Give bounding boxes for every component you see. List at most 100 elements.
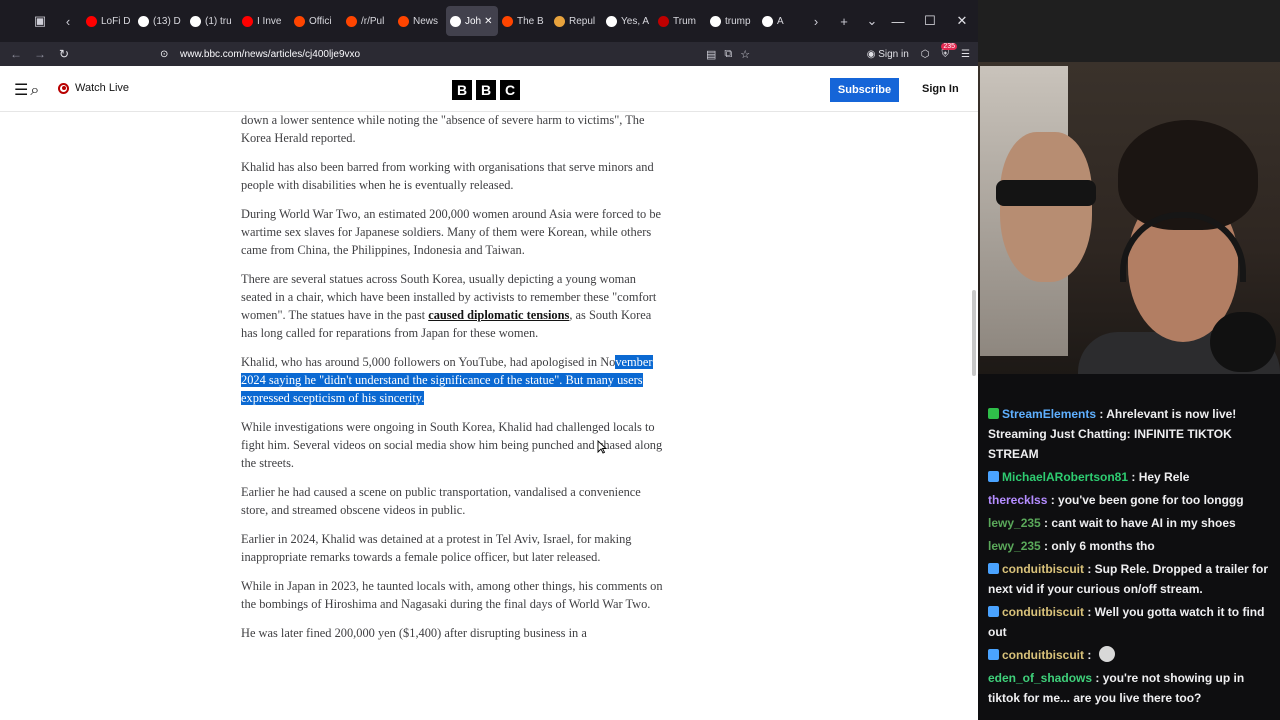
browser-tab[interactable]: (1) tru xyxy=(186,6,238,36)
tab-favicon-icon xyxy=(502,15,513,27)
maximize-icon[interactable]: ☐ xyxy=(914,13,946,29)
address-bar[interactable]: ⊙ www.bbc.com/news/articles/cj400lje9vxo xyxy=(160,44,770,64)
chat-message: lewy_235 : cant wait to have AI in my sh… xyxy=(988,516,1236,530)
extension-count-badge: 235 xyxy=(941,42,958,50)
new-tab-icon[interactable]: + xyxy=(830,7,858,35)
paragraph-text: Khalid, who has around 5,000 followers o… xyxy=(241,355,616,369)
scroll-tabs-left-icon[interactable]: ‹ xyxy=(54,7,82,35)
browser-tab[interactable]: A xyxy=(758,6,802,36)
article-paragraph: down a lower sentence while noting the "… xyxy=(241,113,645,145)
tab-strip: LoFi D (13) D (1) tru I Inve Offici/r/Pul New… xyxy=(82,0,802,42)
signin-label: Sign in xyxy=(878,48,909,60)
menu-search-icon[interactable]: ☰⌕ xyxy=(14,80,41,100)
bookmark-star-icon[interactable]: ☆ xyxy=(740,48,750,61)
tab-label: A xyxy=(777,15,784,27)
tab-label: trump xyxy=(725,15,751,27)
account-signin[interactable]: ◉ Sign in xyxy=(867,49,909,60)
chat-message: thereckIss : you've been gone for too lo… xyxy=(988,493,1244,507)
back-icon[interactable]: ← xyxy=(4,47,28,61)
chat-message: MichaelARobertson81 : Hey Rele xyxy=(988,467,1274,487)
stream-chat: StreamElements : Ahrelevant is now live!… xyxy=(978,374,1280,720)
tab-favicon-icon xyxy=(138,15,149,27)
chat-username[interactable]: lewy_235 xyxy=(988,516,1041,530)
logo-letter: C xyxy=(500,80,520,100)
microphone xyxy=(1210,312,1276,372)
logo-letter: B xyxy=(452,80,472,100)
tab-label: Joh xyxy=(465,15,482,27)
browser-tab[interactable]: News xyxy=(394,6,446,36)
tab-favicon-icon xyxy=(762,15,773,27)
chat-message: eden_of_shadows : you're not showing up … xyxy=(988,671,1245,705)
article-paragraph: While in Japan in 2023, he taunted local… xyxy=(241,579,663,611)
chat-text: you've been gone for too longgg xyxy=(1058,493,1244,507)
tab-label: Trum xyxy=(673,15,696,27)
tab-overview-icon[interactable]: ▣ xyxy=(26,7,54,35)
chat-username[interactable]: conduitbiscuit xyxy=(1002,648,1084,662)
logo-letter: B xyxy=(476,80,496,100)
browser-tab[interactable]: Repul xyxy=(550,6,602,36)
tab-label: Offici xyxy=(309,15,332,27)
minimize-icon[interactable]: — xyxy=(882,14,914,29)
browser-window: ▣ ‹ LoFi D (13) D (1) tru I Inve Offici/r/Pu… xyxy=(0,0,978,720)
chat-username[interactable]: MichaelARobertson81 xyxy=(1002,470,1128,484)
article-paragraph: He was later fined 200,000 yen ($1,400) … xyxy=(241,626,587,640)
subscribe-button[interactable]: Subscribe xyxy=(830,78,899,102)
bbc-logo[interactable]: B B C xyxy=(452,80,520,100)
chat-badge-icon xyxy=(988,649,999,660)
browser-tab[interactable]: Joh ✕ xyxy=(446,6,498,36)
browser-tab[interactable]: I Inve xyxy=(238,6,290,36)
screenshot-icon[interactable]: ⧉ xyxy=(724,48,732,61)
tab-label: Repul xyxy=(569,15,596,27)
tab-label: The B xyxy=(517,15,544,27)
browser-tab[interactable]: Trum xyxy=(654,6,706,36)
toolbar-right: ◉ Sign in ⬡ ⛨ 235 ☰ xyxy=(867,42,970,66)
poster-sunglasses xyxy=(996,180,1096,206)
close-tab-icon[interactable]: ✕ xyxy=(484,16,492,27)
ublock-icon[interactable]: ⛨ 235 xyxy=(941,42,958,60)
diplomatic-tensions-link[interactable]: caused diplomatic tensions xyxy=(428,308,569,322)
watch-live-link[interactable]: Watch Live xyxy=(58,82,129,94)
reload-icon[interactable]: ↻ xyxy=(52,47,76,61)
close-icon[interactable]: ✕ xyxy=(946,13,978,29)
chat-username[interactable]: StreamElements xyxy=(1002,407,1096,421)
tab-favicon-icon xyxy=(658,15,669,27)
article-paragraph: Earlier he had caused a scene on public … xyxy=(241,485,641,517)
tab-favicon-icon xyxy=(710,15,721,27)
chat-badge-icon xyxy=(988,563,999,574)
reader-view-icon[interactable]: ▤ xyxy=(706,48,716,61)
browser-tab[interactable]: trump xyxy=(706,6,758,36)
mouse-cursor-icon xyxy=(597,440,607,454)
tab-label: LoFi D xyxy=(101,15,130,27)
article-body: down a lower sentence while noting the "… xyxy=(241,111,666,653)
chat-text: only 6 months tho xyxy=(1051,539,1155,553)
browser-tab[interactable]: The B xyxy=(498,6,550,36)
scroll-tabs-right-icon[interactable]: › xyxy=(802,7,830,35)
extensions-icon[interactable]: ⬡ xyxy=(921,49,930,60)
browser-tab[interactable]: Offici xyxy=(290,6,342,36)
chat-username[interactable]: thereckIss xyxy=(988,493,1047,507)
tab-favicon-icon xyxy=(294,15,305,27)
tab-label: (13) D xyxy=(153,15,181,27)
chat-emote-icon xyxy=(1098,646,1115,662)
tab-label: Yes, A xyxy=(621,15,649,27)
chat-badge-icon xyxy=(988,408,999,419)
chat-username[interactable]: conduitbiscuit xyxy=(1002,605,1084,619)
page-scrollbar[interactable] xyxy=(972,290,976,376)
chat-username[interactable]: lewy_235 xyxy=(988,539,1041,553)
poster-face xyxy=(1000,132,1092,282)
browser-tab[interactable]: Yes, A xyxy=(602,6,654,36)
tab-label: /r/Pul xyxy=(361,15,385,27)
menu-icon[interactable]: ☰ xyxy=(961,49,970,60)
browser-tab[interactable]: LoFi D xyxy=(82,6,134,36)
sign-in-link[interactable]: Sign In xyxy=(922,83,959,95)
streamer-webcam xyxy=(978,62,1280,374)
tab-favicon-icon xyxy=(554,15,565,27)
chat-username[interactable]: conduitbiscuit xyxy=(1002,562,1084,576)
chat-username[interactable]: eden_of_shadows xyxy=(988,671,1092,685)
chat-badge-icon xyxy=(988,471,999,482)
forward-icon[interactable]: → xyxy=(28,47,52,61)
browser-tab[interactable]: (13) D xyxy=(134,6,186,36)
browser-tab[interactable]: /r/Pul xyxy=(342,6,394,36)
site-info-icon[interactable]: ⊙ xyxy=(160,49,172,60)
article-paragraph: Khalid, who has around 5,000 followers o… xyxy=(241,353,666,407)
